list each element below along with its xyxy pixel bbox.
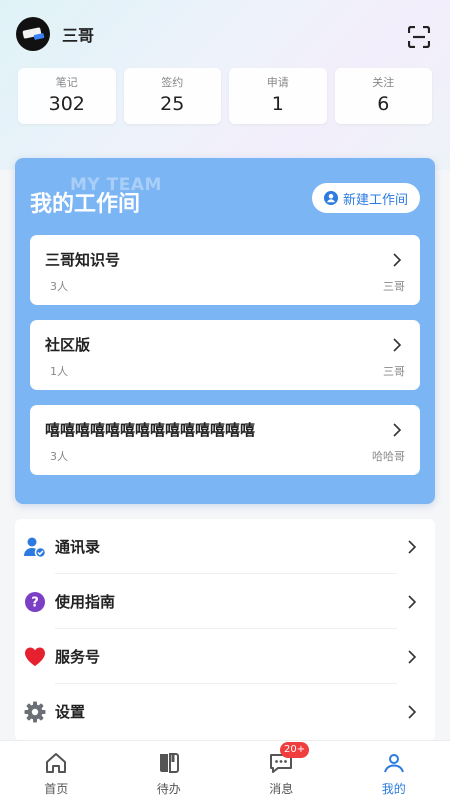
menu-list: 通讯录 ? 使用指南 服务号 设置: [15, 519, 435, 741]
stat-label: 笔记: [55, 76, 78, 89]
workspace-owner: 三哥: [383, 365, 405, 378]
heart-icon: [25, 647, 45, 666]
menu-item-settings[interactable]: 设置: [15, 684, 435, 739]
tab-home[interactable]: 首页: [0, 741, 113, 800]
menu-item-label: 使用指南: [55, 593, 116, 611]
stat-label: 签约: [161, 76, 184, 89]
workspace-item[interactable]: 社区版 1人 三哥: [30, 320, 420, 390]
stat-value: 302: [48, 93, 85, 115]
book-icon: [159, 753, 179, 773]
menu-item-label: 服务号: [55, 648, 101, 666]
tab-mine[interactable]: 我的: [338, 741, 450, 800]
chevron-right-icon: [393, 423, 402, 437]
workspace-member-count: 3人: [50, 280, 68, 293]
user-circle-icon: [323, 191, 338, 205]
svg-text:?: ?: [31, 595, 39, 610]
menu-item-guide[interactable]: ? 使用指南: [15, 574, 435, 629]
tab-label: 首页: [44, 782, 69, 796]
stat-value: 1: [271, 93, 284, 115]
menu-item-label: 设置: [55, 703, 86, 721]
tab-label: 待办: [156, 782, 181, 796]
workspace-item[interactable]: 嘻嘻嘻嘻嘻嘻嘻嘻嘻嘻嘻嘻嘻嘻 3人 哈哈哥: [30, 405, 420, 475]
stat-value: 25: [160, 93, 185, 115]
workspace-name: 三哥知识号: [45, 251, 121, 269]
new-workspace-label: 新建工作间: [342, 192, 408, 208]
workspace-member-count: 3人: [50, 450, 68, 463]
stat-notes[interactable]: 笔记 302: [18, 68, 116, 124]
tab-label: 我的: [381, 782, 406, 796]
tab-todo[interactable]: 待办: [113, 741, 226, 800]
stat-value: 6: [377, 93, 390, 115]
bottom-tab-bar: 首页 待办 消息 我的: [0, 740, 450, 800]
chevron-right-icon: [393, 338, 402, 352]
contacts-icon: [24, 537, 46, 558]
team-title: 我的工作间: [30, 192, 141, 217]
chevron-right-icon: [408, 649, 417, 664]
chevron-right-icon: [408, 704, 417, 719]
chevron-right-icon: [393, 253, 402, 267]
chevron-right-icon: [408, 539, 417, 554]
tab-label: 消息: [269, 782, 294, 796]
message-count-badge: 20+: [280, 742, 310, 758]
stat-applications[interactable]: 申请 1: [229, 68, 327, 124]
workspace-name: 社区版: [45, 336, 91, 354]
user-icon: [383, 754, 404, 773]
scan-icon[interactable]: [408, 26, 430, 48]
help-icon: ?: [25, 591, 45, 612]
workspace-owner: 哈哈哥: [372, 450, 405, 463]
home-icon: [46, 753, 67, 773]
username: 三哥: [62, 26, 95, 45]
menu-item-contacts[interactable]: 通讯录: [15, 519, 435, 574]
stats-row: 笔记 302 签约 25 申请 1 关注 6: [18, 68, 432, 124]
gear-icon: [24, 701, 46, 722]
avatar[interactable]: [16, 17, 50, 51]
workspace-item[interactable]: 三哥知识号 3人 三哥: [30, 235, 420, 305]
workspace-member-count: 1人: [50, 365, 68, 378]
stat-label: 申请: [266, 76, 289, 89]
menu-item-service[interactable]: 服务号: [15, 629, 435, 684]
menu-item-label: 通讯录: [55, 538, 101, 556]
stat-label: 关注: [372, 76, 395, 89]
my-team-card: MY TEAM 我的工作间 新建工作间 三哥知识号 3人 三哥 社区版 1人 三…: [15, 158, 435, 504]
stat-following[interactable]: 关注 6: [334, 68, 432, 124]
profile-header: 三哥: [0, 0, 450, 68]
new-workspace-button[interactable]: 新建工作间: [311, 183, 420, 213]
stat-contracts[interactable]: 签约 25: [123, 68, 221, 124]
workspace-owner: 三哥: [383, 280, 405, 293]
chevron-right-icon: [408, 594, 417, 609]
workspace-name: 嘻嘻嘻嘻嘻嘻嘻嘻嘻嘻嘻嘻嘻嘻: [45, 421, 256, 439]
